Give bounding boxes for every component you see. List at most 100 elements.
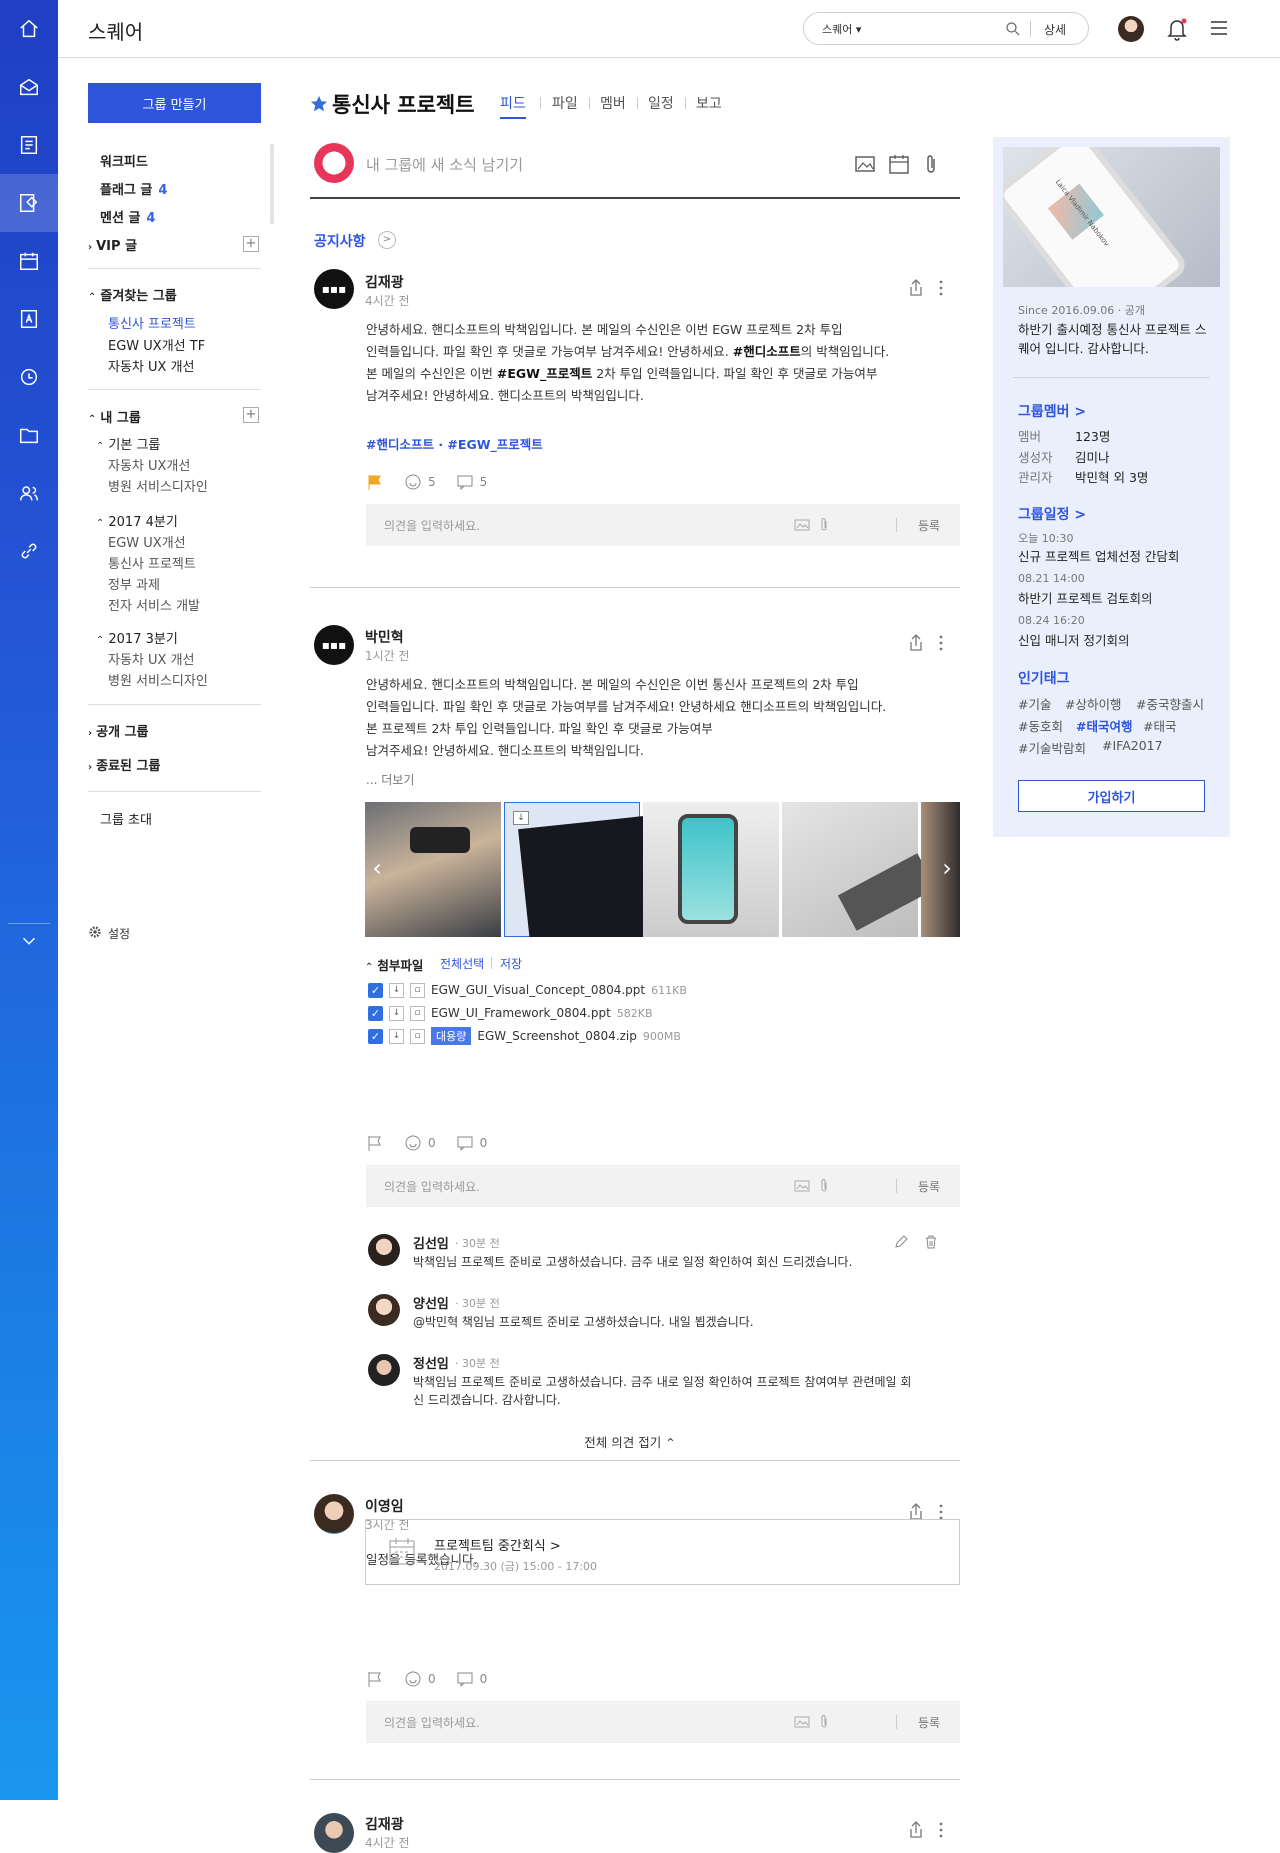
avatar[interactable] — [368, 1234, 400, 1266]
post-tags[interactable]: #핸디소프트 · #EGW_프로젝트 — [366, 434, 543, 453]
checkbox[interactable]: ✓ — [368, 982, 383, 998]
menu-icon[interactable] — [1210, 19, 1228, 37]
flag-icon[interactable] — [366, 1670, 384, 1688]
chevron-right-icon[interactable]: > — [378, 231, 396, 249]
comment-author[interactable]: 양선임 — [413, 1293, 449, 1312]
group-item[interactable]: EGW UX개선 — [108, 532, 186, 551]
schedule-title[interactable]: 신규 프로젝트 업체선정 간담회 — [1018, 546, 1179, 565]
group-section-header[interactable]: ⌃ 2017 3분기 — [96, 628, 178, 647]
contacts-icon[interactable] — [0, 290, 58, 348]
group-item[interactable]: 자동차 UX개선 — [108, 455, 190, 474]
tab-feed[interactable]: 피드 — [500, 93, 526, 119]
square-icon[interactable] — [0, 174, 58, 232]
add-group-button[interactable]: + — [243, 407, 259, 423]
attachment-row[interactable]: ✓ ↓ ▫ EGW_GUI_Visual_Concept_0804.ppt 611KB — [368, 980, 687, 1000]
gallery-image-phone[interactable] — [643, 802, 779, 937]
group-members-link[interactable]: 그룹멤버 > — [1018, 401, 1086, 421]
image-icon[interactable] — [794, 1714, 810, 1730]
comment-input[interactable]: 의견을 입력하세요. 등록 — [366, 504, 960, 546]
chevron-down-icon[interactable] — [0, 912, 58, 970]
comment-placeholder[interactable]: 의견을 입력하세요. — [384, 1714, 480, 1731]
group-item[interactable]: 통신사 프로젝트 — [108, 553, 196, 572]
group-section-header[interactable]: ⌃ 기본 그룹 — [96, 434, 160, 453]
board-icon[interactable] — [0, 116, 58, 174]
checkbox[interactable]: ✓ — [368, 1005, 383, 1021]
share-icon[interactable] — [907, 279, 925, 297]
schedule-title[interactable]: 신입 매니저 정기회의 — [1018, 630, 1129, 649]
favorites-header[interactable]: ⌃ 즐겨찾는 그룹 — [88, 285, 177, 304]
invite-group-link[interactable]: 그룹 초대 — [100, 809, 152, 828]
tab-report[interactable]: 보고 — [696, 93, 722, 113]
gallery-prev-icon[interactable]: ‹ — [367, 854, 387, 884]
download-icon[interactable]: ↓ — [389, 982, 404, 998]
tag-link[interactable]: #동호회 — [1018, 716, 1063, 735]
public-groups-item[interactable]: › 공개 그룹 — [88, 721, 149, 740]
gallery-next-icon[interactable]: › — [937, 854, 957, 884]
tab-members[interactable]: 멤버 — [600, 93, 626, 113]
download-icon[interactable]: ↓ — [513, 811, 529, 825]
home-icon[interactable] — [0, 0, 58, 58]
group-section-header[interactable]: ⌃ 2017 4분기 — [96, 511, 178, 530]
attachment-icon[interactable] — [920, 153, 942, 175]
avatar[interactable] — [1118, 16, 1144, 42]
calendar-icon[interactable] — [0, 232, 58, 290]
settings-link[interactable]: 설정 — [108, 925, 130, 942]
fold-comments-button[interactable]: 전체 의견 접기 ⌃ — [280, 1432, 980, 1451]
gear-icon[interactable] — [88, 925, 102, 939]
tab-schedule[interactable]: 일정 — [648, 93, 674, 113]
tag-link[interactable]: #상하이행 — [1065, 694, 1121, 713]
calendar-icon[interactable] — [888, 153, 910, 175]
smile-icon[interactable] — [404, 1670, 422, 1688]
flag-icon[interactable] — [366, 473, 384, 491]
edit-icon[interactable] — [893, 1234, 909, 1250]
comment-icon[interactable] — [456, 1670, 474, 1688]
search-icon[interactable] — [1004, 20, 1022, 38]
ended-groups-item[interactable]: › 종료된 그룹 — [88, 755, 160, 774]
comment-input[interactable]: 의견을 입력하세요. 등록 — [366, 1701, 960, 1743]
group-item[interactable]: 자동차 UX 개선 — [108, 649, 195, 668]
sidebar-item-workfeed[interactable]: 워크피드 — [100, 151, 148, 170]
group-item[interactable]: 병원 서비스디자인 — [108, 670, 208, 689]
folder-icon[interactable] — [0, 406, 58, 464]
post-author[interactable]: 박민혁 — [365, 627, 404, 647]
schedule-title[interactable]: 하반기 프로젝트 검토회의 — [1018, 588, 1152, 607]
link-icon[interactable] — [0, 522, 58, 580]
search-detail-button[interactable]: 상세 — [1044, 21, 1066, 38]
schedule-card[interactable]: 프로젝트팀 중간회식 > 2017.09.30 (금) 15:00 - 17:0… — [365, 1519, 960, 1585]
tag-link[interactable]: #IFA2017 — [1102, 738, 1163, 753]
make-group-button[interactable]: 그룹 만들기 — [88, 83, 261, 123]
share-icon[interactable] — [907, 1821, 925, 1839]
download-icon[interactable]: ↓ — [389, 1028, 404, 1044]
submit-comment-button[interactable]: 등록 — [918, 1714, 940, 1731]
add-vip-button[interactable]: + — [243, 236, 259, 252]
comment-icon[interactable] — [456, 1134, 474, 1152]
checkbox[interactable]: ✓ — [368, 1028, 383, 1044]
submit-comment-button[interactable]: 등록 — [918, 1178, 940, 1195]
comment-placeholder[interactable]: 의견을 입력하세요. — [384, 1178, 480, 1195]
flag-icon[interactable] — [366, 1134, 384, 1152]
more-icon[interactable] — [932, 1821, 950, 1839]
attachment-icon[interactable] — [816, 517, 832, 533]
compose-box[interactable]: 내 그룹에 새 소식 남기기 — [310, 139, 960, 199]
schedule-title[interactable]: 프로젝트팀 중간회식 > — [434, 1535, 561, 1554]
post-author[interactable]: 이영임 — [365, 1496, 404, 1516]
my-groups-header[interactable]: ⌃ 내 그룹 — [88, 407, 141, 426]
favorite-item[interactable]: 자동차 UX 개선 — [108, 356, 195, 375]
post-author[interactable]: 김재광 — [365, 1814, 404, 1834]
bell-icon[interactable] — [1165, 16, 1189, 42]
tag-link[interactable]: #중국향출시 — [1136, 694, 1204, 713]
tag-link[interactable]: #태국 — [1143, 716, 1176, 735]
select-all-link[interactable]: 전체선택 — [440, 955, 484, 972]
favorite-item[interactable]: 통신사 프로젝트 — [108, 313, 196, 332]
comment-input[interactable]: 의견을 입력하세요. 등록 — [366, 1165, 960, 1207]
join-button[interactable]: 가입하기 — [1018, 780, 1205, 812]
image-icon[interactable] — [794, 517, 810, 533]
gallery-image-laptop[interactable] — [782, 802, 937, 937]
more-icon[interactable] — [932, 279, 950, 297]
group-schedule-link[interactable]: 그룹일정 > — [1018, 504, 1086, 524]
download-icon[interactable]: ↓ — [389, 1005, 404, 1021]
smile-icon[interactable] — [404, 1134, 422, 1152]
sidebar-item-mention[interactable]: 멘션 글4 — [100, 207, 155, 226]
group-item[interactable]: 정부 과제 — [108, 574, 160, 593]
comment-author[interactable]: 김선임 — [413, 1233, 449, 1252]
